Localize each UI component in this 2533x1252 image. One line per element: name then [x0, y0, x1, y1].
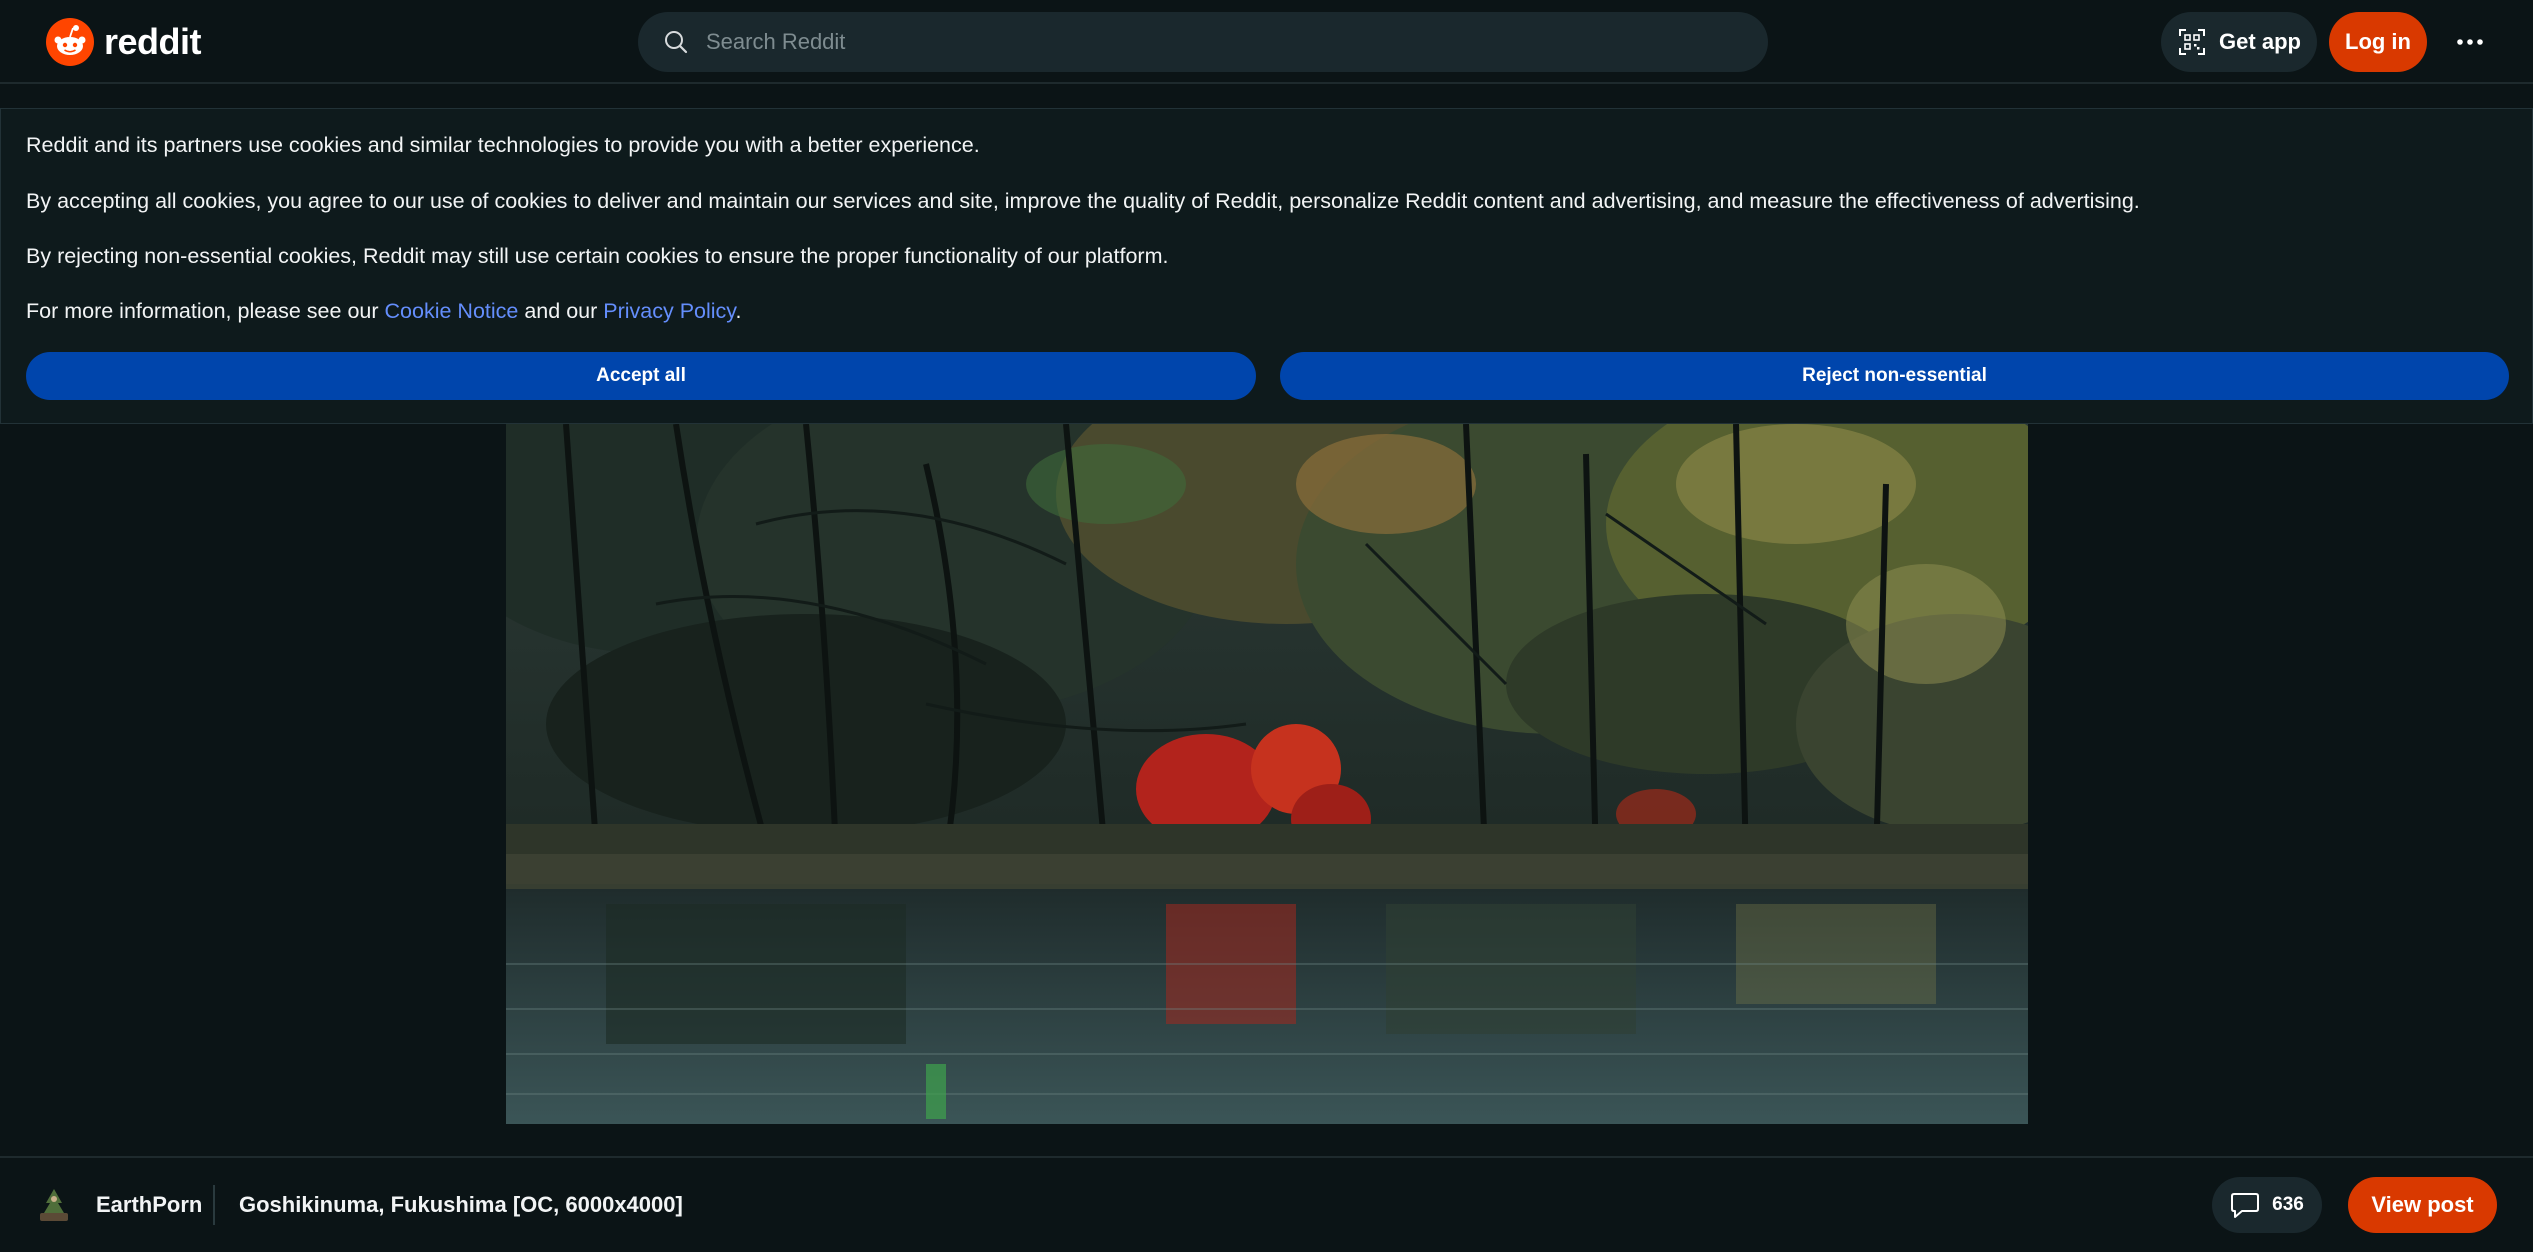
search-input[interactable] [704, 28, 1768, 56]
privacy-policy-link[interactable]: Privacy Policy [603, 299, 735, 323]
comment-bubble-icon [2231, 1193, 2260, 1218]
qr-code-icon [2179, 29, 2206, 55]
cookie-text-4-prefix: For more information, please see our [26, 299, 379, 323]
post-title: Goshikinuma, Fukushima [OC, 6000x4000] [239, 1192, 683, 1217]
subreddit-avatar[interactable] [36, 1187, 72, 1223]
reject-non-essential-button[interactable]: Reject non-essential [1280, 352, 2509, 400]
divider [213, 1185, 215, 1225]
top-header: reddit Get app Log in [0, 0, 2533, 84]
cookie-text-4-suffix: . [735, 299, 742, 323]
accept-all-button[interactable]: Accept all [26, 352, 1256, 400]
reject-non-essential-label: Reject non-essential [1802, 365, 1987, 386]
comments-button[interactable]: 636 [2212, 1177, 2322, 1233]
view-post-label: View post [2371, 1192, 2474, 1217]
get-app-label: Get app [2219, 29, 2301, 54]
post-image[interactable] [506, 424, 2028, 1124]
forest-lake-photo [506, 424, 2028, 1124]
reddit-logo[interactable]: reddit [46, 18, 202, 66]
cookie-text-2: By accepting all cookies, you agree to o… [26, 189, 2140, 213]
get-app-button[interactable]: Get app [2161, 12, 2317, 72]
reddit-wordmark: reddit [104, 21, 202, 62]
subreddit-name[interactable]: EarthPorn [96, 1158, 202, 1252]
ellipsis-icon [2457, 39, 2483, 45]
cookie-text-4-middle: and our [524, 299, 598, 323]
login-label: Log in [2345, 29, 2411, 54]
view-post-button[interactable]: View post [2348, 1177, 2497, 1233]
search-icon [665, 31, 688, 54]
search-bar[interactable] [638, 12, 1768, 72]
cookie-text-4: For more information, please see our Coo… [26, 299, 741, 324]
accept-all-label: Accept all [596, 365, 686, 386]
cookie-text-3: By rejecting non-essential cookies, Redd… [26, 244, 1169, 268]
reddit-snoo-icon [46, 18, 94, 66]
comment-count: 636 [2272, 1194, 2304, 1215]
login-button[interactable]: Log in [2329, 12, 2427, 72]
post-info-bar: EarthPorn Goshikinuma, Fukushima [OC, 60… [0, 1156, 2533, 1252]
cookie-notice-link[interactable]: Cookie Notice [385, 299, 519, 323]
cookie-text-1: Reddit and its partners use cookies and … [26, 133, 980, 157]
more-options-button[interactable] [2440, 12, 2500, 72]
cookie-consent-banner: Reddit and its partners use cookies and … [0, 108, 2533, 424]
